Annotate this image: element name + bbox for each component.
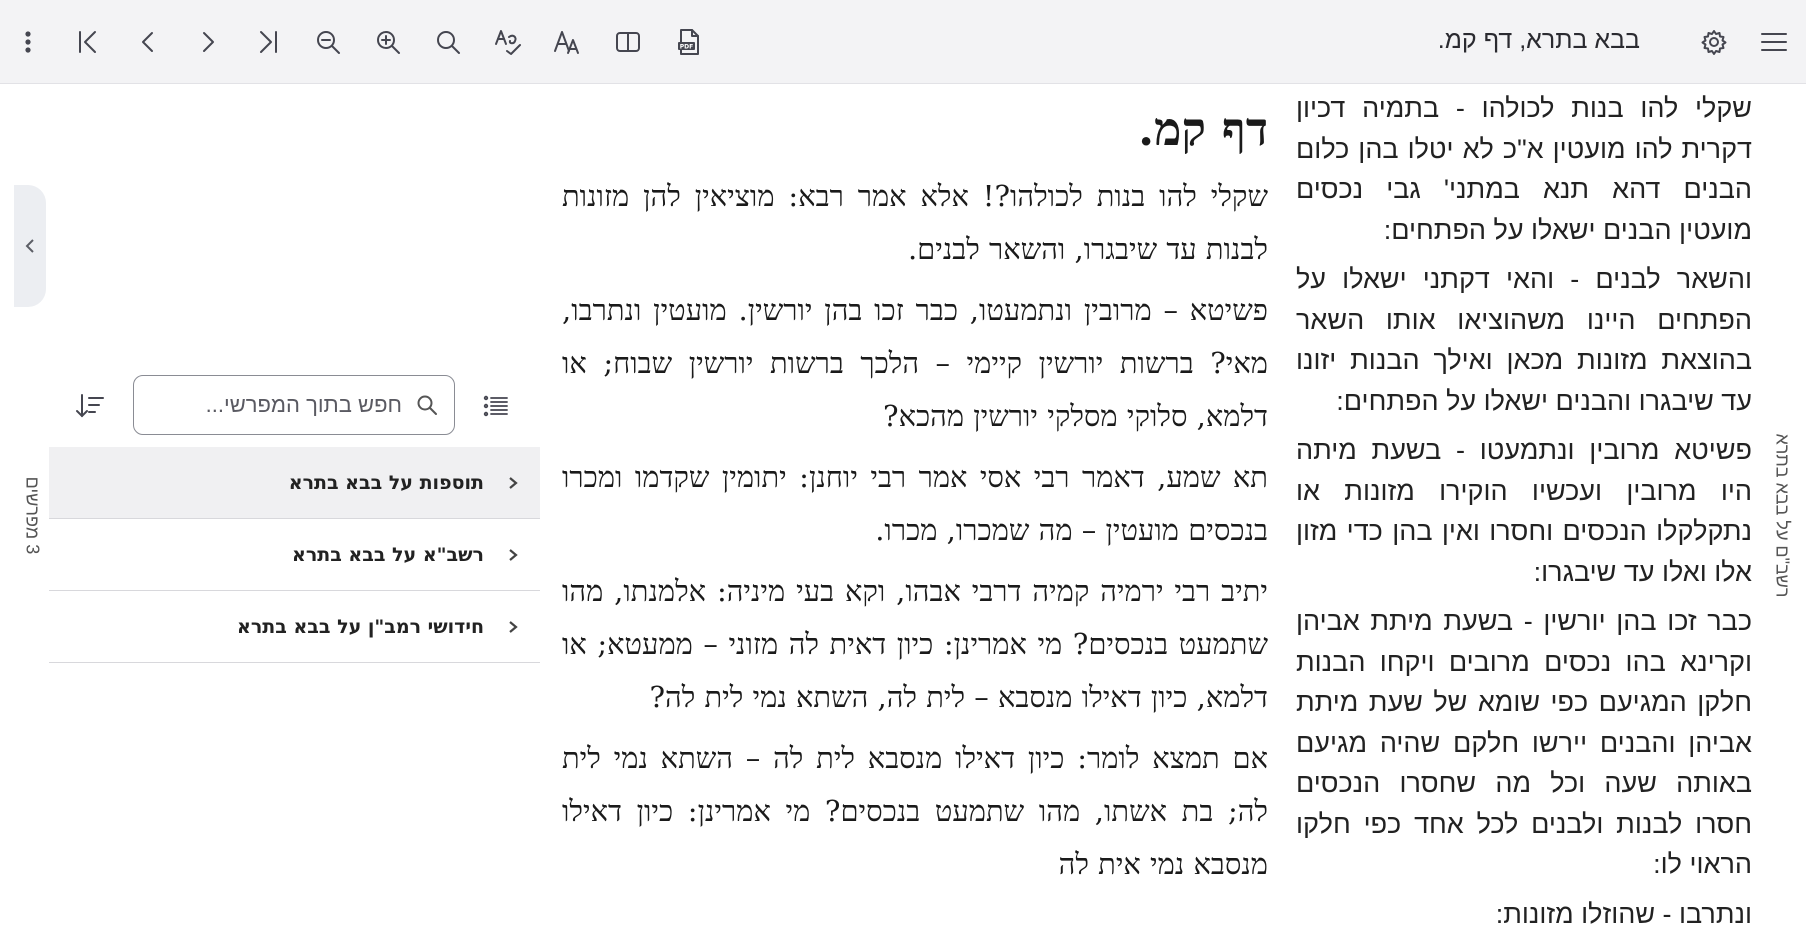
text-paragraph: שקלי להו בנות לכולהו?! אלא אמר רבא: מוצי… (562, 179, 1268, 266)
commentary-list: תוספות על בבא בתרא רשב"א על בבא בתרא חיד… (49, 447, 540, 663)
commentary-item-label: חידושי רמב"ן על בבא בתרא (237, 615, 484, 638)
zoom-out-icon[interactable] (306, 20, 350, 64)
split-view-icon[interactable] (606, 20, 650, 64)
text-paragraph: פשיטא – מרובין ונתמעטו, כבר זכו בהן יורש… (562, 293, 1268, 433)
spell-check-icon[interactable] (486, 20, 530, 64)
more-vertical-icon[interactable] (6, 20, 50, 64)
chevron-right-icon (502, 616, 524, 638)
commentary-paragraph: והשאר לבנים - והאי דקתני ישאלו על הפתחים… (1296, 264, 1752, 416)
chevron-right-icon (502, 472, 524, 494)
commentators-tab[interactable]: 3 מפרשים (10, 430, 54, 600)
text-paragraph: תא שמע, דאמר רבי אסי אמר רבי יוחנן: יתומ… (562, 460, 1268, 547)
commentary-paragraph: פשיטא מרובין ונתמעטו - בשעת מיתה היו מרו… (1296, 435, 1752, 587)
next-icon[interactable] (186, 20, 230, 64)
pdf-icon[interactable]: PDF (666, 20, 710, 64)
search-icon[interactable] (414, 392, 440, 418)
page-title: דף קמ. (1138, 102, 1268, 156)
settings-icon[interactable] (1692, 20, 1736, 64)
chevron-left-icon (25, 239, 34, 253)
commentary-item-label: תוספות על בבא בתרא (288, 471, 484, 494)
commentary-item-ramban[interactable]: חידושי רמב"ן על בבא בתרא (49, 591, 540, 663)
svg-text:PDF: PDF (680, 44, 693, 51)
main-text: דף קמ. שקלי להו בנות לכולהו?! אלא אמר רב… (562, 90, 1268, 943)
zoom-in-icon[interactable] (366, 20, 410, 64)
commentary-item-label: רשב"א על בבא בתרא (291, 543, 484, 566)
collapse-panel-button[interactable] (14, 185, 46, 307)
book-title: בבא בתרא, דף קמ. (1437, 26, 1640, 54)
previous-icon[interactable] (126, 20, 170, 64)
commentary-item-tosafot[interactable]: תוספות על בבא בתרא (49, 447, 540, 519)
text-paragraph: יתיב רבי ירמיה קמיה דרבי אבהו, וקא בעי מ… (562, 574, 1268, 714)
commentary-paragraph: כבר זכו בהן יורשין - בשעת מיתת אביהן וקר… (1296, 606, 1752, 879)
first-page-icon[interactable] (66, 20, 110, 64)
commentary-search-box (133, 375, 455, 435)
commentary-paragraph: ונתרבו - שהוזלו מזונות: (1495, 898, 1752, 929)
right-commentary-tab[interactable]: רשב"ם על בבא בתרא (1762, 395, 1802, 635)
commentary-item-rashba[interactable]: רשב"א על בבא בתרא (49, 519, 540, 591)
right-commentary-text: שקלי להו בנות לכולהו - בתמיה דכיון דקרית… (1296, 88, 1752, 943)
text-paragraph: אם תמצא לומר: כיון דאילו מנסבא לית לה – … (562, 741, 1268, 881)
chevron-right-icon (502, 544, 524, 566)
commentary-search-input[interactable] (148, 392, 402, 418)
menu-icon[interactable] (1752, 20, 1796, 64)
font-size-icon[interactable] (546, 20, 590, 64)
commentators-tab-label: 3 מפרשים (22, 476, 43, 554)
top-toolbar: PDF בבא בתרא, דף קמ. (0, 0, 1806, 84)
right-commentary-tab-label: רשב"ם על בבא בתרא (1772, 432, 1793, 598)
commentary-paragraph: שקלי להו בנות לכולהו - בתמיה דכיון דקרית… (1296, 93, 1752, 245)
list-icon[interactable] (474, 384, 518, 428)
last-page-icon[interactable] (246, 20, 290, 64)
search-icon[interactable] (426, 20, 470, 64)
sort-icon[interactable] (68, 384, 112, 428)
